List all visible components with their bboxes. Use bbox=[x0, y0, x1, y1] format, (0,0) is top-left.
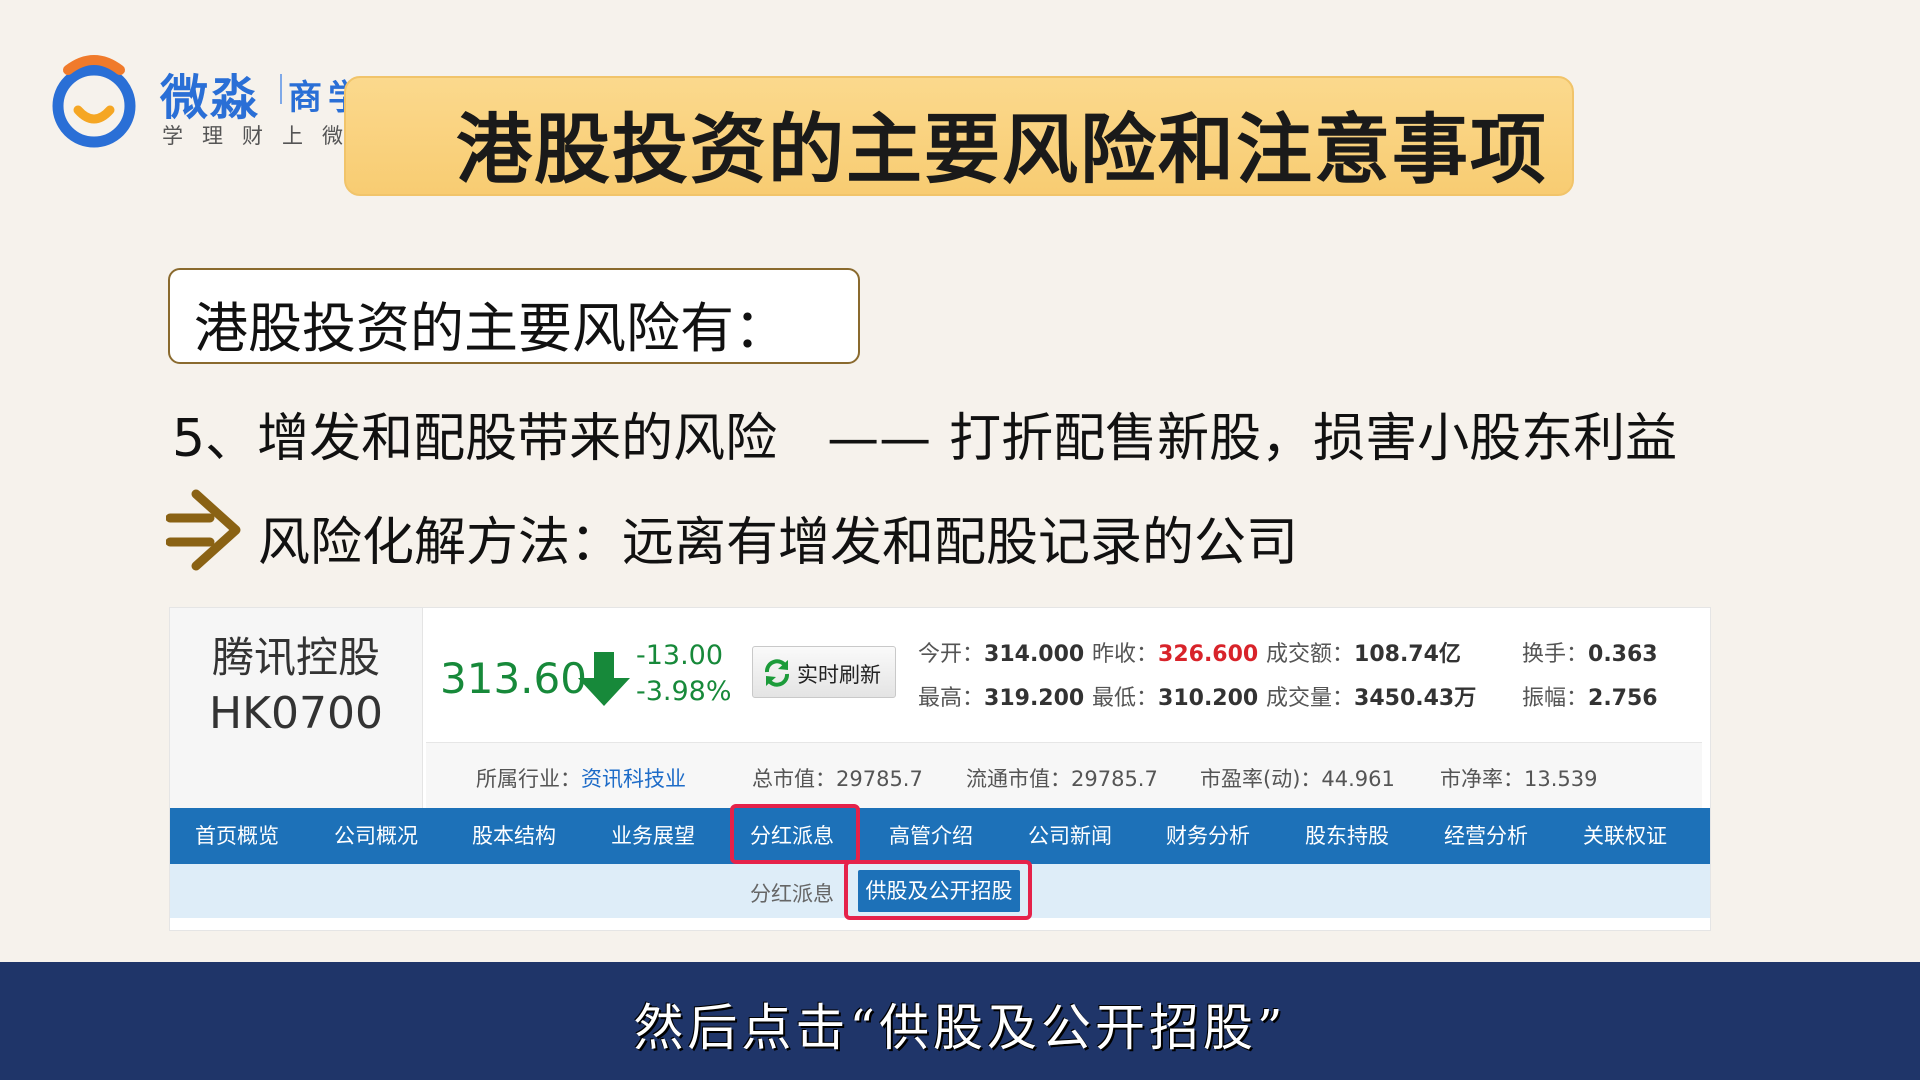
stock-name-box: 腾讯控股 HK0700 bbox=[170, 608, 423, 808]
quote-turnover-rate: 换手：0.363 bbox=[1522, 642, 1658, 667]
industry-link[interactable]: 资讯科技业 bbox=[581, 767, 686, 791]
subtitle-bar: 然后点击“供股及公开招股” bbox=[0, 962, 1920, 1080]
rights-issue-highlight-box bbox=[844, 860, 1032, 920]
quote-volume: 成交量：3450.43万 bbox=[1266, 686, 1477, 711]
dividends-highlight-box bbox=[730, 804, 860, 864]
stock-code: HK0700 bbox=[209, 688, 383, 739]
risk-item: 5、增发和配股带来的风险 —— 打折配售新股，损害小股东利益 bbox=[172, 396, 1677, 471]
quote-turnover: 成交额：108.74亿 bbox=[1266, 642, 1461, 667]
refresh-icon bbox=[765, 659, 789, 687]
price-change-percent: -3.98% bbox=[636, 676, 732, 707]
quote-high: 最高：319.200 bbox=[918, 686, 1085, 711]
logo-icon bbox=[52, 55, 136, 148]
refresh-label: 实时刷新 bbox=[797, 663, 881, 687]
stock-panel: 腾讯控股 HK0700 313.60 -13.00 -3.98% 实时刷新 今开… bbox=[170, 608, 1710, 930]
nav-home-overview[interactable]: 首页概览 bbox=[195, 808, 279, 864]
risk-dash: —— bbox=[827, 409, 932, 469]
nav-operations-analysis[interactable]: 经营分析 bbox=[1444, 808, 1528, 864]
stock-nav-bar: 首页概览 公司概况 股本结构 业务展望 分红派息 高管介绍 公司新闻 财务分析 … bbox=[170, 808, 1710, 864]
total-market-cap: 总市值：29785.7 bbox=[752, 767, 923, 791]
price-change: -13.00 bbox=[636, 640, 724, 671]
page-title: 港股投资的主要风险和注意事项 bbox=[456, 105, 1548, 194]
quote-low: 最低：310.200 bbox=[1092, 686, 1259, 711]
nav-executives[interactable]: 高管介绍 bbox=[889, 808, 973, 864]
subtitle-text: 然后点击“供股及公开招股” bbox=[633, 999, 1287, 1057]
sub-nav-dividends[interactable]: 分红派息 bbox=[750, 878, 834, 908]
risk-method: 风险化解方法：远离有增发和配股记录的公司 bbox=[258, 513, 1299, 573]
nav-share-structure[interactable]: 股本结构 bbox=[472, 808, 556, 864]
nav-shareholders[interactable]: 股东持股 bbox=[1305, 808, 1389, 864]
logo-divider bbox=[280, 74, 282, 104]
nav-related-warrants[interactable]: 关联权证 bbox=[1583, 808, 1667, 864]
industry-info: 所属行业：资讯科技业 bbox=[476, 767, 686, 791]
quote-amplitude: 振幅：2.756 bbox=[1522, 686, 1658, 711]
quote-prev-close: 昨收：326.600 bbox=[1092, 642, 1259, 667]
nav-company-news[interactable]: 公司新闻 bbox=[1028, 808, 1112, 864]
info-row: 所属行业：资讯科技业 总市值：29785.7 流通市值：29785.7 市盈率(… bbox=[426, 742, 1702, 809]
double-arrow-icon bbox=[166, 489, 241, 571]
stock-price: 313.60 bbox=[440, 654, 587, 703]
company-name: 腾讯控股 bbox=[211, 633, 380, 682]
nav-financial-analysis[interactable]: 财务分析 bbox=[1166, 808, 1250, 864]
pe-ratio: 市盈率(动)：44.961 bbox=[1200, 767, 1395, 791]
down-arrow-icon bbox=[578, 652, 630, 706]
nav-company-profile[interactable]: 公司概况 bbox=[334, 808, 418, 864]
section-heading-box: 港股投资的主要风险有： bbox=[168, 268, 860, 364]
title-banner: 港股投资的主要风险和注意事项 bbox=[344, 76, 1574, 196]
section-heading: 港股投资的主要风险有： bbox=[194, 297, 788, 360]
nav-business-outlook[interactable]: 业务展望 bbox=[611, 808, 695, 864]
realtime-refresh-button[interactable]: 实时刷新 bbox=[752, 646, 896, 698]
quote-open: 今开：314.000 bbox=[918, 642, 1085, 667]
logo-brand: 微淼 bbox=[160, 70, 261, 126]
pb-ratio: 市净率：13.539 bbox=[1440, 767, 1598, 791]
risk-label: 5、增发和配股带来的风险 bbox=[172, 409, 778, 469]
float-market-cap: 流通市值：29785.7 bbox=[966, 767, 1158, 791]
risk-desc: 打折配售新股，损害小股东利益 bbox=[949, 409, 1678, 469]
